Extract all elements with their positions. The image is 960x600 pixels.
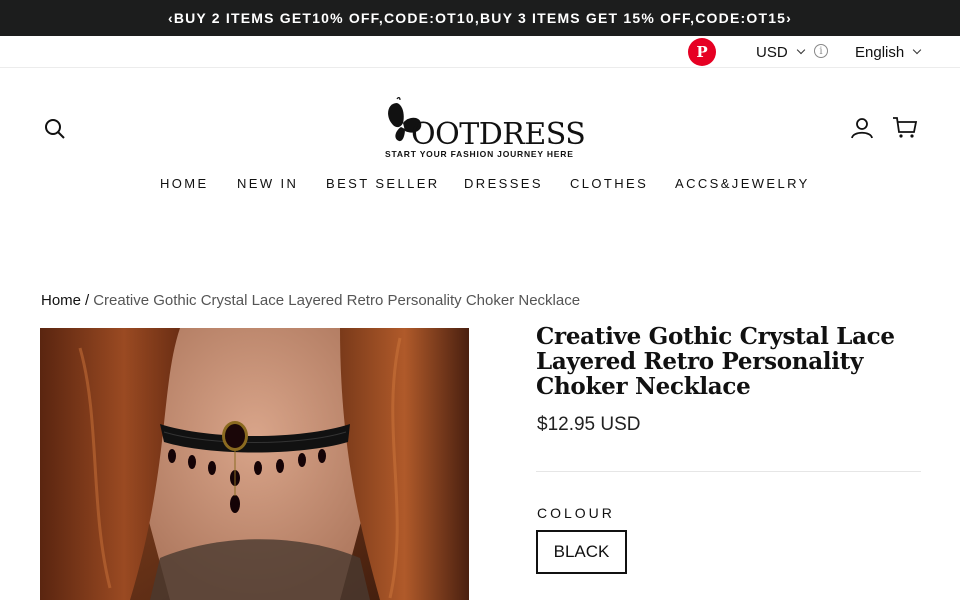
colour-option-label: COLOUR bbox=[537, 505, 615, 521]
divider bbox=[536, 471, 921, 472]
main-nav: HOME NEW IN BEST SELLER DRESSES CLOTHES … bbox=[0, 176, 960, 194]
pinterest-icon[interactable]: P bbox=[688, 38, 716, 66]
product-price: $12.95 USD bbox=[537, 414, 641, 435]
breadcrumb-separator: / bbox=[85, 292, 90, 309]
product-photo-necklace bbox=[40, 328, 469, 600]
site-logo[interactable]: OOTDRESS START YOUR FASHION JOURNEY HERE bbox=[383, 97, 586, 163]
nav-item-clothes[interactable]: CLOTHES bbox=[570, 176, 648, 191]
nav-item-home[interactable]: HOME bbox=[160, 176, 209, 191]
user-icon[interactable] bbox=[850, 116, 874, 140]
nav-item-best-seller[interactable]: BEST SELLER bbox=[326, 176, 440, 191]
breadcrumb-home-link[interactable]: Home bbox=[41, 292, 81, 309]
logo-wordmark: OOTDRESS bbox=[411, 117, 586, 152]
top-toolbar: P USD i English bbox=[0, 36, 960, 68]
chevron-down-icon bbox=[912, 45, 922, 55]
nav-item-accs-jewelry[interactable]: ACCS&JEWELRY bbox=[675, 176, 810, 191]
currency-label: USD bbox=[756, 43, 788, 61]
language-label: English bbox=[855, 43, 905, 61]
currency-selector[interactable]: USD bbox=[756, 42, 805, 62]
logo-tagline: START YOUR FASHION JOURNEY HERE bbox=[385, 149, 574, 159]
announcement-bar: ‹BUY 2 ITEMS GET10% OFF,CODE:OT10,BUY 3 … bbox=[0, 0, 960, 36]
product-title: Creative Gothic Crystal Lace Layered Ret… bbox=[536, 323, 895, 400]
breadcrumb-current: Creative Gothic Crystal Lace Layered Ret… bbox=[93, 292, 581, 309]
announcement-text: ‹BUY 2 ITEMS GET10% OFF,CODE:OT10,BUY 3 … bbox=[167, 10, 793, 26]
breadcrumb: Home / Creative Gothic Crystal Lace Layere… bbox=[41, 292, 580, 309]
nav-item-dresses[interactable]: DRESSES bbox=[464, 176, 543, 191]
colour-swatch-black[interactable]: BLACK bbox=[536, 530, 627, 574]
search-icon[interactable] bbox=[44, 118, 66, 140]
language-selector[interactable]: English bbox=[855, 42, 922, 62]
product-image[interactable] bbox=[40, 328, 469, 600]
info-icon[interactable]: i bbox=[814, 44, 828, 58]
nav-item-new-in[interactable]: NEW IN bbox=[237, 176, 298, 191]
info-glyph: i bbox=[819, 45, 823, 57]
cart-icon[interactable] bbox=[892, 116, 918, 140]
chevron-down-icon bbox=[796, 45, 805, 55]
pinterest-glyph: P bbox=[696, 43, 708, 61]
